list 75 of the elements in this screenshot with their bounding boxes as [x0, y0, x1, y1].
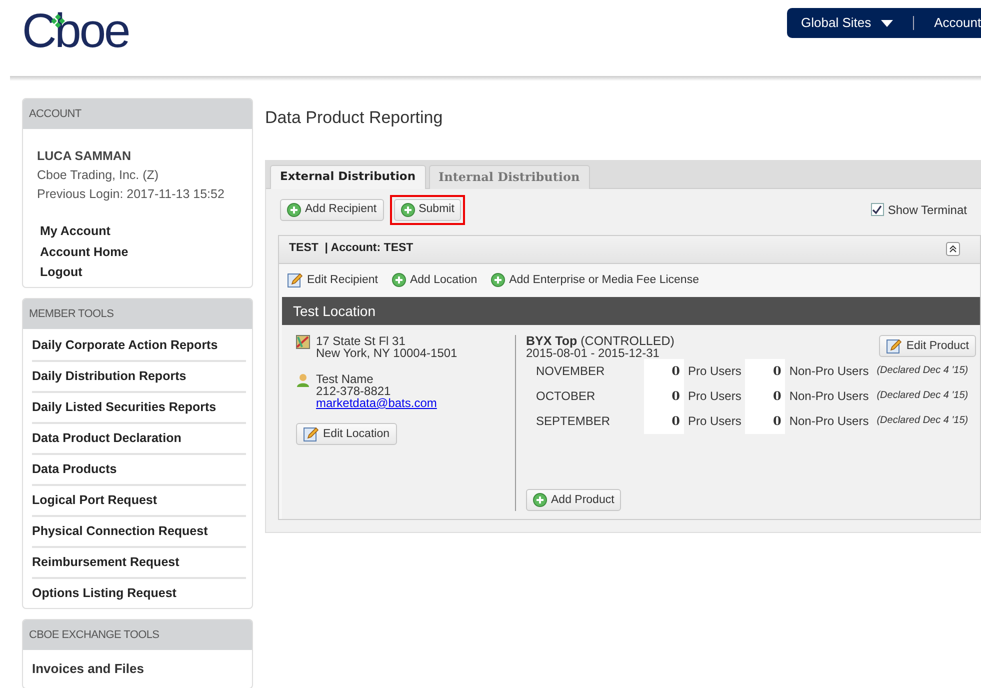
product-name: BYX Top (CONTROLLED)	[526, 334, 674, 347]
sidebar-link[interactable]: Options Listing Request	[32, 578, 246, 608]
recipient-title: TEST | Account: TEST	[289, 241, 414, 256]
sidebar-link[interactable]: Reimbursement Request	[32, 548, 246, 578]
sidebar-link[interactable]: Daily Corporate Action Reports	[32, 330, 246, 362]
logo[interactable]: Cboe	[22, 4, 129, 60]
plus-icon	[392, 273, 406, 288]
sidebar-link[interactable]: Physical Connection Request	[32, 516, 246, 548]
declared-note: (Declared Dec 4 '15)	[876, 364, 970, 378]
add-product-button[interactable]: Add Product	[526, 488, 622, 511]
edit-icon	[886, 338, 902, 354]
non-pro-users-label: Non-Pro Users	[788, 413, 870, 430]
caret-icon	[881, 20, 894, 26]
action-link[interactable]: Add Location	[392, 272, 478, 289]
edit-product-button[interactable]: Edit Product	[879, 334, 976, 357]
address-line: 17 State St Fl 31	[316, 334, 406, 347]
pro-user-count: 0	[644, 384, 684, 409]
sidebar-link[interactable]: Data Product Declaration	[32, 424, 246, 454]
product-dates: 2015-08-01 - 2015-12-31	[526, 346, 660, 359]
sidebar-link[interactable]: Daily Listed Securities Reports	[32, 392, 246, 424]
account-link[interactable]: My Account	[40, 221, 238, 242]
user-name: LUCA SAMMAN	[37, 148, 132, 165]
declared-note: (Declared Dec 4 '15)	[876, 389, 970, 404]
address-line: New York, NY 10004-1501	[316, 346, 458, 359]
sidebar-link[interactable]: Logical Port Request	[32, 486, 246, 516]
sidebar-link[interactable]: Daily Distribution Reports	[32, 362, 246, 392]
edit-icon	[287, 272, 303, 288]
checkbox[interactable]	[870, 203, 884, 216]
plus-icon	[287, 202, 301, 216]
location-header: Test Location	[282, 296, 980, 325]
panel-header: MEMBER TOOLS	[23, 298, 252, 328]
non-pro-user-count: 0	[745, 408, 786, 434]
plus-icon	[400, 202, 415, 216]
edit-icon	[303, 426, 319, 442]
action-link[interactable]: Add Enterprise or Media Fee License	[491, 272, 699, 289]
panel-header: ACCOUNT	[23, 99, 252, 129]
account-link[interactable]: Account	[934, 13, 981, 33]
toolbar-button[interactable]: Add Recipient	[280, 198, 384, 220]
sidebar-link[interactable]: Data Products	[32, 454, 246, 486]
page-title: Data Product Reporting	[265, 107, 444, 129]
tab[interactable]: External Distribution	[270, 164, 426, 188]
non-pro-users-label: Non-Pro Users	[788, 388, 870, 406]
action-link[interactable]: Edit Recipient	[287, 272, 378, 289]
pro-user-count: 0	[644, 358, 684, 384]
contact-name: Test Name	[316, 372, 374, 385]
month-label: OCTOBER	[535, 388, 596, 406]
non-pro-user-count: 0	[745, 358, 786, 384]
sidebar-link[interactable]: Invoices and Files	[23, 650, 252, 688]
pro-user-count: 0	[644, 408, 684, 434]
account-link[interactable]: Account Home	[40, 242, 238, 262]
edit-location-button[interactable]: Edit Location	[296, 422, 396, 445]
collapse-icon[interactable]	[946, 242, 960, 256]
month-label: NOVEMBER	[535, 363, 606, 380]
pro-users-label: Pro Users	[687, 388, 742, 406]
map-icon	[296, 334, 310, 349]
pro-users-label: Pro Users	[687, 363, 742, 380]
global-sites-menu[interactable]: Global Sites	[801, 13, 872, 33]
plus-icon	[533, 492, 547, 507]
panel-header: CBOE EXCHANGE TOOLS	[23, 620, 252, 650]
month-label: SEPTEMBER	[535, 413, 612, 430]
email-link[interactable]: marketdata@bats.com	[316, 396, 437, 410]
account-link[interactable]: Logout	[40, 262, 238, 282]
tab[interactable]: Internal Distribution	[428, 164, 590, 188]
diamond-dots-icon	[51, 14, 65, 28]
non-pro-users-label: Non-Pro Users	[788, 363, 870, 380]
pro-users-label: Pro Users	[687, 413, 742, 430]
checkbox-label[interactable]: Show Terminat	[888, 200, 967, 218]
toolbar-button[interactable]: Submit	[394, 198, 462, 220]
non-pro-user-count: 0	[745, 384, 786, 409]
company-name: Cboe Trading, Inc. (Z)	[37, 167, 160, 184]
person-icon	[296, 372, 310, 387]
contact-phone: 212-378-8821	[316, 384, 392, 397]
plus-icon	[491, 273, 506, 288]
previous-login: Previous Login: 2017-11-13 15:52	[37, 186, 226, 203]
declared-note: (Declared Dec 4 '15)	[876, 414, 970, 428]
